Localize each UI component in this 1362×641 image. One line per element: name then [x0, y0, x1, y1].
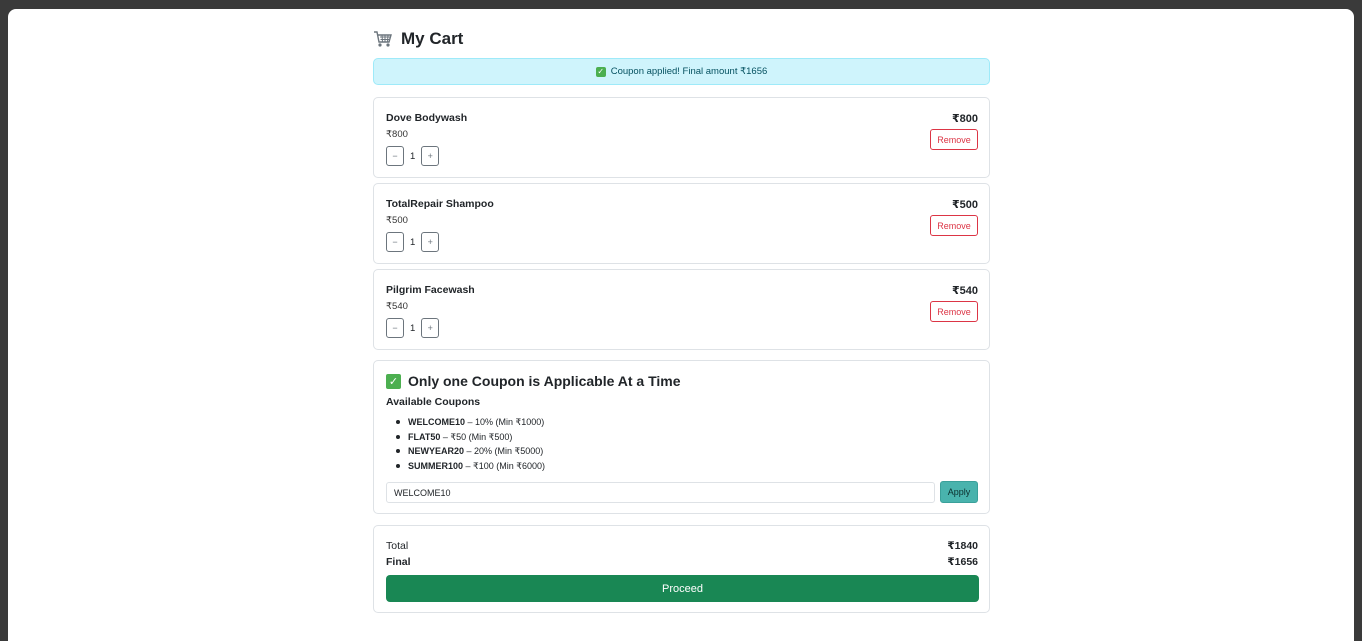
increment-button[interactable]: + [421, 146, 440, 166]
coupon-code: SUMMER100 [408, 460, 464, 471]
shopping-cart-icon [373, 30, 393, 48]
quantity-value: 1 [410, 236, 416, 248]
final-row: Final ₹1656 [386, 556, 978, 568]
final-label: Final [386, 556, 411, 568]
increment-button[interactable]: + [421, 232, 440, 252]
item-unit-price: ₹500 [386, 215, 408, 226]
coupon-card: ✓ Only one Coupon is Applicable At a Tim… [373, 360, 990, 514]
quantity-value: 1 [410, 150, 416, 162]
browser-window: My Cart ✓ Coupon applied! Final amount ₹… [8, 9, 1354, 641]
coupon-desc: – ₹100 (Min ₹6000) [463, 460, 546, 471]
remove-button[interactable]: Remove [930, 301, 978, 322]
apply-button[interactable]: Apply [940, 481, 978, 503]
total-label: Total [386, 540, 409, 552]
alert-text: Coupon applied! Final amount ₹1656 [610, 66, 768, 77]
item-unit-price: ₹800 [386, 129, 408, 140]
item-total: ₹800 [951, 113, 978, 125]
page-title-text: My Cart [401, 29, 464, 48]
decrement-button[interactable]: − [386, 232, 404, 252]
increment-button[interactable]: + [421, 318, 440, 338]
quantity-value: 1 [410, 322, 416, 334]
total-row: Total ₹1840 [386, 540, 978, 552]
quantity-stepper: − 1 + [386, 318, 440, 338]
list-item: SUMMER100 – ₹100 (Min ₹6000) [396, 459, 545, 474]
coupon-desc: – ₹50 (Min ₹500) [440, 431, 513, 442]
remove-button[interactable]: Remove [930, 129, 978, 150]
list-item: NEWYEAR20 – 20% (Min ₹5000) [396, 444, 545, 459]
quantity-stepper: − 1 + [386, 232, 440, 252]
quantity-stepper: − 1 + [386, 146, 440, 166]
cart-item: TotalRepair Shampoo ₹500 − 1 + ₹500 Remo… [373, 183, 990, 264]
coupon-heading-text: Only one Coupon is Applicable At a Time [408, 373, 681, 389]
check-box-icon: ✓ [386, 373, 401, 389]
item-total: ₹500 [951, 199, 978, 211]
coupon-input[interactable] [386, 482, 935, 503]
coupon-code: NEWYEAR20 [408, 446, 465, 456]
final-value: ₹1656 [947, 556, 978, 568]
item-name: TotalRepair Shampoo [386, 198, 494, 210]
item-name: Dove Bodywash [386, 112, 468, 124]
list-item: WELCOME10 – 10% (Min ₹1000) [396, 415, 545, 430]
item-unit-price: ₹540 [386, 301, 408, 312]
available-coupons-heading: Available Coupons [386, 396, 481, 408]
decrement-button[interactable]: − [386, 146, 404, 166]
decrement-button[interactable]: − [386, 318, 404, 338]
proceed-button[interactable]: Proceed [386, 575, 979, 602]
coupon-code: FLAT50 [408, 431, 441, 442]
cart-item: Dove Bodywash ₹800 − 1 + ₹800 Remove [373, 97, 990, 178]
total-value: ₹1840 [947, 540, 978, 552]
page-title: My Cart [373, 29, 463, 49]
check-box-icon: ✓ [595, 66, 606, 77]
list-item: FLAT50 – ₹50 (Min ₹500) [396, 430, 545, 445]
coupon-success-alert: ✓ Coupon applied! Final amount ₹1656 [373, 58, 990, 85]
cart-item: Pilgrim Facewash ₹540 − 1 + ₹540 Remove [373, 269, 990, 350]
coupon-desc: – 20% (Min ₹5000) [464, 446, 544, 456]
coupon-heading: ✓ Only one Coupon is Applicable At a Tim… [386, 373, 681, 389]
remove-button[interactable]: Remove [930, 215, 978, 236]
item-total: ₹540 [951, 285, 978, 297]
coupon-desc: – 10% (Min ₹1000) [465, 417, 545, 427]
coupon-list: WELCOME10 – 10% (Min ₹1000) FLAT50 – ₹50… [396, 415, 545, 473]
summary-card: Total ₹1840 Final ₹1656 Proceed [373, 525, 990, 613]
coupon-code: WELCOME10 [408, 417, 466, 427]
item-name: Pilgrim Facewash [386, 284, 475, 296]
